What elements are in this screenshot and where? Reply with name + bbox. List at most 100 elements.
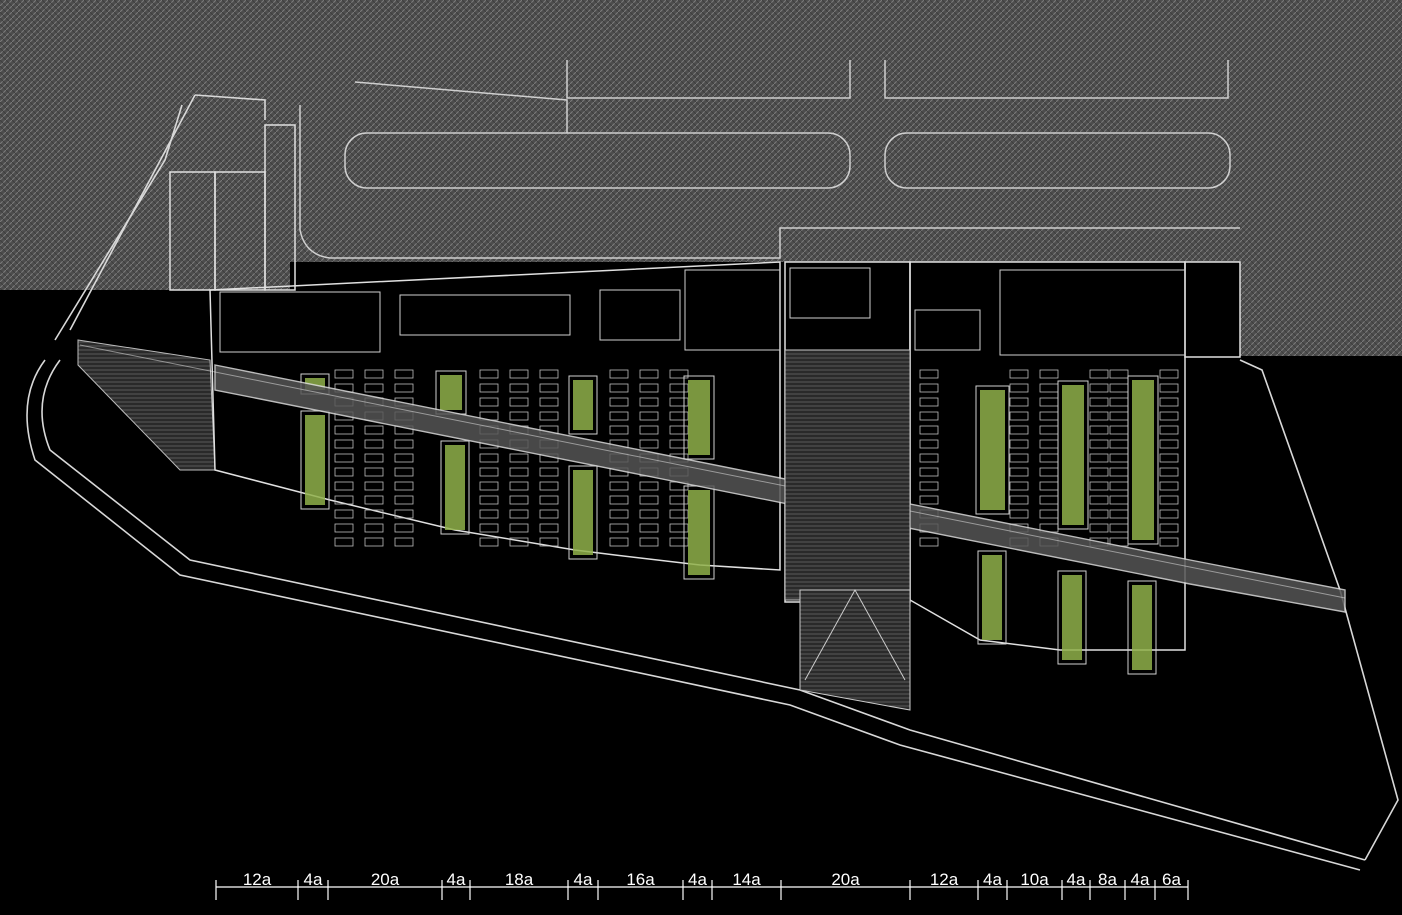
courtyard-planting (445, 445, 465, 530)
desk (394, 495, 414, 505)
desk (639, 509, 659, 519)
desk (1159, 467, 1179, 477)
desk (364, 537, 384, 547)
desk (509, 495, 529, 505)
desk (539, 383, 559, 393)
dimension-label: 4a (447, 870, 466, 889)
courtyard-planting (1062, 575, 1082, 660)
desk (639, 439, 659, 449)
desk (334, 537, 354, 547)
desk (1039, 467, 1059, 477)
desk (509, 369, 529, 379)
desk (609, 509, 629, 519)
desk (639, 425, 659, 435)
desk (479, 495, 499, 505)
desk (1109, 411, 1129, 421)
desk (609, 383, 629, 393)
desk (364, 383, 384, 393)
desk (509, 383, 529, 393)
desk (539, 397, 559, 407)
desk (479, 397, 499, 407)
desk (669, 523, 689, 533)
desk (539, 411, 559, 421)
desk (669, 439, 689, 449)
desk (1109, 467, 1129, 477)
desk (1159, 425, 1179, 435)
desk (334, 467, 354, 477)
desk (1159, 509, 1179, 519)
desk (1109, 481, 1129, 491)
desk (669, 537, 689, 547)
desk (1109, 383, 1129, 393)
desk (669, 495, 689, 505)
desk (479, 481, 499, 491)
desk (1109, 425, 1129, 435)
dimension-label: 6a (1162, 870, 1181, 889)
dimension-label: 4a (1131, 870, 1150, 889)
desk (1089, 523, 1109, 533)
desk (1009, 495, 1029, 505)
desk (1009, 481, 1029, 491)
desk (1109, 397, 1129, 407)
desk (609, 369, 629, 379)
desk (1159, 439, 1179, 449)
desk (539, 369, 559, 379)
desk (1089, 383, 1109, 393)
desk (1109, 369, 1129, 379)
desk (509, 467, 529, 477)
desk (1089, 467, 1109, 477)
desk (1039, 383, 1059, 393)
desk (1039, 509, 1059, 519)
desk (669, 425, 689, 435)
desk (669, 509, 689, 519)
desk (639, 537, 659, 547)
courtyard-planting (980, 390, 1005, 510)
desk (509, 481, 529, 491)
desk (364, 439, 384, 449)
desk (509, 397, 529, 407)
desk (364, 481, 384, 491)
desk (539, 509, 559, 519)
desk (479, 523, 499, 533)
dimension-label: 4a (1067, 870, 1086, 889)
desk (609, 425, 629, 435)
desk (394, 439, 414, 449)
desk (479, 467, 499, 477)
desk (1109, 439, 1129, 449)
dimension-label: 16a (626, 870, 655, 889)
dimension-label: 20a (831, 870, 860, 889)
desk (1009, 397, 1029, 407)
desk (1089, 369, 1109, 379)
desk (1039, 495, 1059, 505)
dimension-label: 20a (371, 870, 400, 889)
desk (919, 467, 939, 477)
desk (919, 369, 939, 379)
desk (669, 397, 689, 407)
desk (364, 369, 384, 379)
desk (639, 369, 659, 379)
desk (1039, 453, 1059, 463)
desk (394, 467, 414, 477)
desk (1159, 397, 1179, 407)
desk (539, 523, 559, 533)
courtyard-planting (573, 380, 593, 430)
floor-plan-drawing: 12a 4a 20a 4a 18a 4a 16a 4a 14a 20a 12a 4a 10a 4a 8a 4a… (0, 0, 1402, 900)
desk (919, 453, 939, 463)
desk (334, 425, 354, 435)
desk (1159, 453, 1179, 463)
desk (364, 467, 384, 477)
desk (364, 425, 384, 435)
desk (479, 453, 499, 463)
desk (1009, 467, 1029, 477)
desk (1089, 411, 1109, 421)
desk (639, 411, 659, 421)
courtyard-planting (440, 375, 462, 410)
dimension-label: 10a (1020, 870, 1049, 889)
entrance-plaza (784, 349, 911, 711)
desk (394, 537, 414, 547)
desk (1039, 481, 1059, 491)
desk (394, 523, 414, 533)
desk (334, 481, 354, 491)
desk (509, 509, 529, 519)
desk (919, 495, 939, 505)
